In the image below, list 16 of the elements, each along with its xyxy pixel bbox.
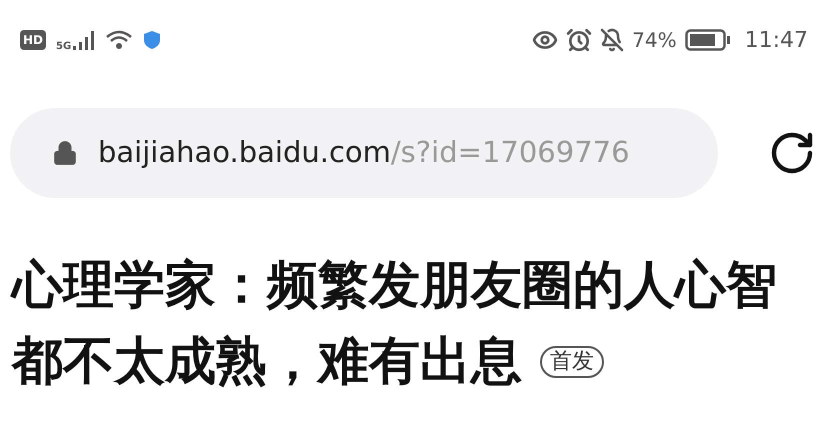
battery-percent: 74% (632, 27, 677, 54)
alarm-icon (566, 27, 592, 53)
network-label: 5G (56, 40, 72, 54)
bell-off-icon (600, 28, 624, 52)
battery-icon (684, 28, 731, 52)
article-title-line: 心理学家：频繁发朋友圈的人心智 (12, 255, 777, 317)
clock-time: 11:47 (744, 26, 808, 54)
article-title-line: 都不太成熟，难有出息 (12, 331, 522, 393)
shield-icon (143, 30, 162, 50)
signal-icon (73, 29, 96, 51)
url-host: baijiahao.baidu.com (98, 134, 391, 172)
address-bar[interactable]: baijiahao.baidu.com/s?id=17069776 (10, 108, 718, 198)
wifi-icon (105, 29, 134, 51)
hd-badge: HD (20, 30, 46, 50)
url-path: /s?id=17069776 (390, 134, 630, 172)
tag-label: 首发 (540, 346, 604, 378)
